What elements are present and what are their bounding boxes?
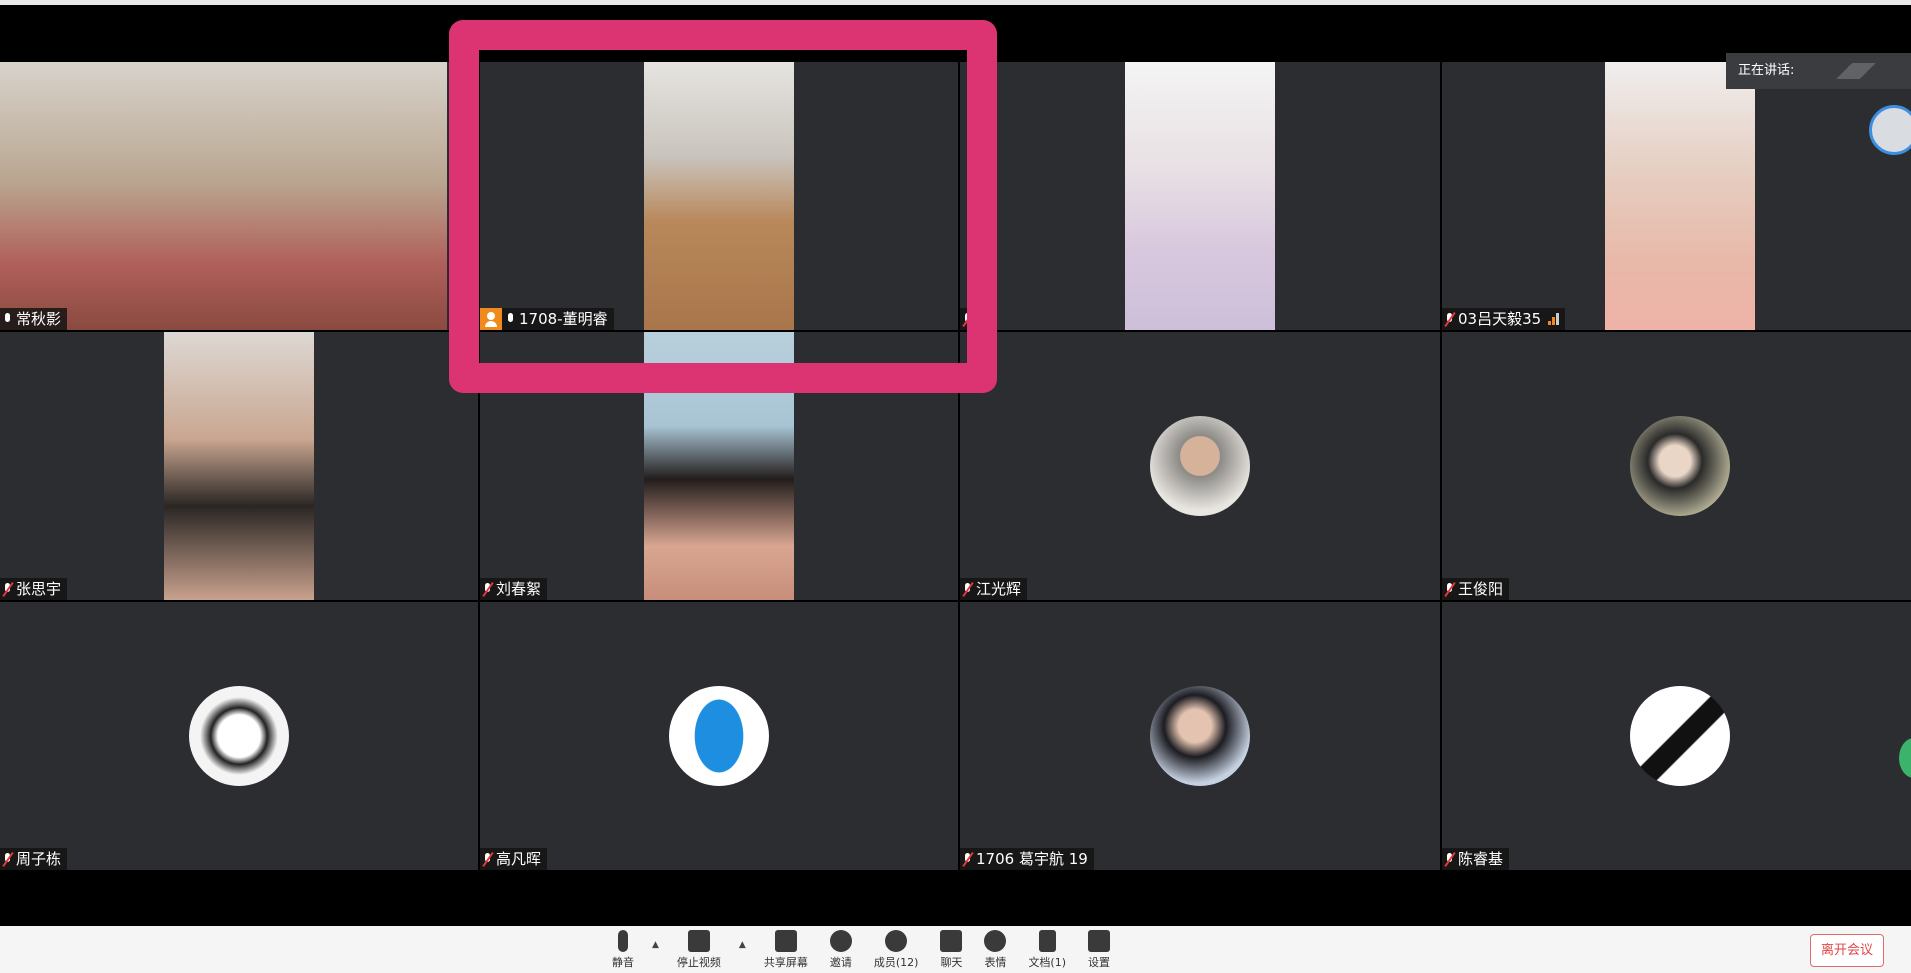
chat-button[interactable]: 聊天 <box>940 929 963 970</box>
participant-name: 江光辉 <box>976 580 1022 598</box>
participant-name: 刘春絮 <box>496 580 542 598</box>
speaking-indicator: 正在讲话: <box>1726 53 1911 89</box>
name-label: 王俊阳 <box>1442 578 1510 600</box>
participant-name: 03吕天毅35 <box>1458 310 1542 328</box>
documents-button[interactable]: 文档(1) <box>1028 929 1067 970</box>
participant-tile[interactable]: 王俊阳 <box>1442 332 1911 600</box>
settings-button[interactable]: 设置 <box>1088 929 1111 970</box>
avatar <box>669 686 769 786</box>
name-label: 周子栋 <box>0 848 68 870</box>
name-label: 张思宇 <box>0 578 68 600</box>
video-feed <box>1604 62 1755 330</box>
name-label: 高凡晖 <box>480 848 548 870</box>
avatar <box>1629 686 1730 786</box>
participant-tile[interactable]: 江光辉 <box>960 332 1440 600</box>
participant-tile[interactable]: 常秋影 <box>0 62 478 330</box>
leave-meeting-button[interactable]: 离开会议 <box>1810 934 1884 967</box>
participant-tile[interactable]: 03吕天毅35 <box>1442 62 1911 330</box>
chat-icon <box>940 929 963 952</box>
video-camera-icon <box>687 929 710 952</box>
mute-button[interactable]: 静音 <box>612 929 634 970</box>
stop-video-button[interactable]: 停止视频 <box>676 929 721 970</box>
stop-video-label: 停止视频 <box>676 955 721 969</box>
mic-muted-icon <box>962 582 973 597</box>
emoji-label: 表情 <box>984 955 1007 969</box>
highlight-annotation-box <box>449 20 997 393</box>
participant-tile[interactable]: 雯 <box>960 62 1440 330</box>
mic-muted-icon <box>962 852 973 867</box>
avatar <box>189 686 289 786</box>
mic-muted-icon <box>2 582 13 597</box>
add-user-icon <box>829 929 852 952</box>
mic-muted-icon <box>482 852 493 867</box>
participant-name: 1706 葛宇航 19 <box>976 850 1088 868</box>
signal-strength-icon <box>1548 313 1560 325</box>
mic-muted-icon <box>482 582 493 597</box>
mic-muted-icon <box>1444 582 1455 597</box>
floating-assistant-icon[interactable] <box>1869 105 1911 155</box>
share-screen-label: 共享屏幕 <box>763 955 808 969</box>
emoji-button[interactable]: 表情 <box>984 929 1007 970</box>
participant-name: 张思宇 <box>16 580 62 598</box>
audio-options-caret-icon[interactable]: ▲ <box>652 940 659 950</box>
participant-name: 陈睿基 <box>1458 850 1504 868</box>
meeting-toolbar: 静音 ▲ 停止视频 ▲ 共享屏幕 邀请 成员(12) 聊天 表情 文档(1) 设… <box>0 926 1911 973</box>
share-screen-button[interactable]: 共享屏幕 <box>763 929 808 970</box>
participant-name: 常秋影 <box>16 310 62 328</box>
mute-label: 静音 <box>612 955 634 969</box>
speaking-label: 正在讲话: <box>1738 63 1795 78</box>
name-label: 03吕天毅35 <box>1442 308 1566 330</box>
participant-tile[interactable]: 1706 葛宇航 19 <box>960 602 1440 870</box>
name-label: 常秋影 <box>0 308 68 330</box>
participant-name: 王俊阳 <box>1458 580 1504 598</box>
app-logo-icon <box>1834 63 1878 79</box>
participant-name: 周子栋 <box>16 850 62 868</box>
share-screen-icon <box>774 929 797 952</box>
participant-name: 高凡晖 <box>496 850 542 868</box>
members-label: 成员(12) <box>873 955 919 969</box>
name-label: 1706 葛宇航 19 <box>960 848 1094 870</box>
participant-tile[interactable]: 高凡晖 <box>480 602 958 870</box>
participant-tile[interactable]: 张思宇 <box>0 332 478 600</box>
mic-muted-icon <box>1444 312 1455 327</box>
mic-muted-icon <box>2 852 13 867</box>
grid-settings-icon <box>1088 929 1111 952</box>
invite-button[interactable]: 邀请 <box>829 929 852 970</box>
document-icon <box>1038 929 1056 952</box>
chat-label: 聊天 <box>940 955 963 969</box>
invite-label: 邀请 <box>829 955 852 969</box>
microphone-icon <box>618 929 628 952</box>
participant-tile[interactable]: 周子栋 <box>0 602 478 870</box>
name-label: 刘春絮 <box>480 578 548 600</box>
documents-label: 文档(1) <box>1028 955 1067 969</box>
video-feed <box>1125 62 1275 330</box>
avatar <box>1150 686 1250 786</box>
settings-label: 设置 <box>1088 955 1111 969</box>
video-feed <box>0 62 447 330</box>
video-options-caret-icon[interactable]: ▲ <box>739 940 746 950</box>
avatar <box>1629 416 1730 516</box>
name-label: 陈睿基 <box>1442 848 1510 870</box>
mic-muted-icon <box>1444 852 1455 867</box>
name-label: 江光辉 <box>960 578 1028 600</box>
user-icon <box>885 929 908 952</box>
window-top-bar <box>0 0 1911 5</box>
participant-tile[interactable]: 陈睿基 <box>1442 602 1911 870</box>
members-button[interactable]: 成员(12) <box>873 929 919 970</box>
smiley-icon <box>984 929 1007 952</box>
avatar <box>1150 416 1250 516</box>
mic-icon <box>2 312 13 327</box>
video-feed <box>164 332 314 600</box>
